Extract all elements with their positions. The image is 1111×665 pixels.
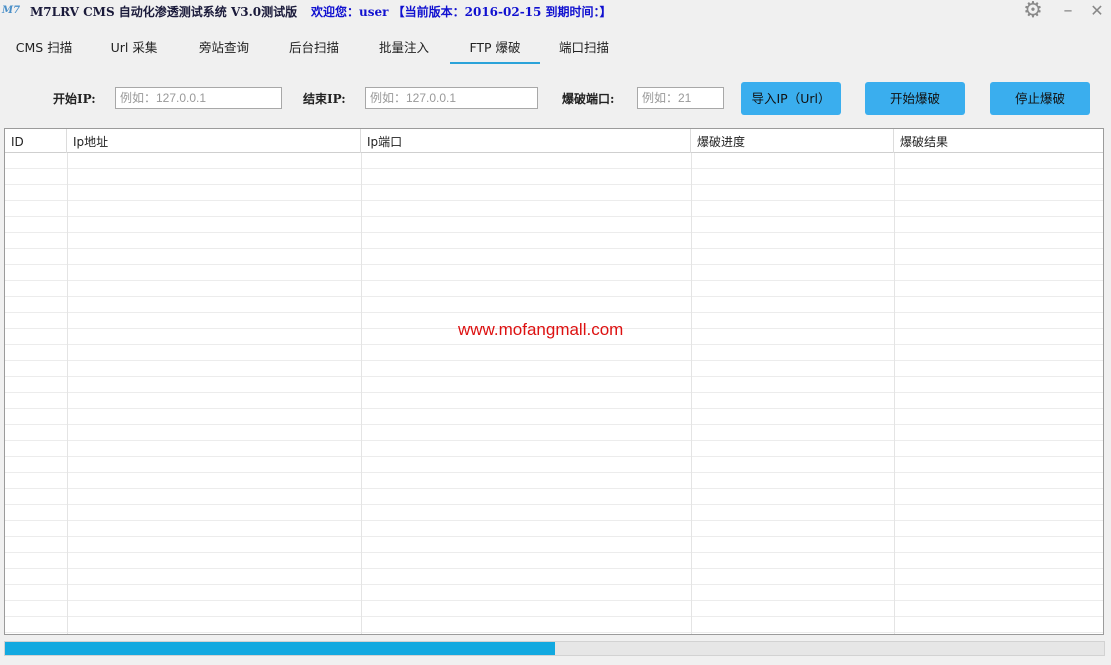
gear-icon[interactable]: ⚙ <box>1020 0 1046 24</box>
tab-cms-scan[interactable]: CMS 扫描 <box>4 36 84 64</box>
end-ip-label: 结束IP: <box>303 92 346 106</box>
app-title: M7LRV CMS 自动化渗透测试系统 V3.0测试版 <box>30 5 298 19</box>
port-label: 爆破端口: <box>562 92 615 106</box>
tab-port-scan[interactable]: 端口扫描 <box>544 36 624 64</box>
watermark-text: www.mofangmall.com <box>458 320 624 339</box>
table-header: ID Ip地址 Ip端口 爆破进度 爆破结果 <box>5 129 1103 153</box>
close-button[interactable]: ✕ <box>1086 0 1108 24</box>
column-divider <box>691 153 692 634</box>
tab-url-collect[interactable]: Url 采集 <box>94 36 174 64</box>
column-divider <box>67 153 68 634</box>
start-brute-button[interactable]: 开始爆破 <box>865 82 965 115</box>
port-input[interactable]: 例如：21 <box>637 87 724 109</box>
tab-bar: CMS 扫描 Url 采集 旁站查询 后台扫描 批量注入 FTP 爆破 端口扫描 <box>0 36 1111 66</box>
stop-brute-button[interactable]: 停止爆破 <box>990 82 1090 115</box>
title-bar: M7 M7LRV CMS 自动化渗透测试系统 V3.0测试版 欢迎您：user … <box>0 0 1111 24</box>
tab-batch-inject[interactable]: 批量注入 <box>364 36 444 64</box>
column-header-ip-port[interactable]: Ip端口 <box>361 129 691 153</box>
import-ip-button[interactable]: 导入IP（Url） <box>741 82 841 115</box>
start-ip-input[interactable]: 例如：127.0.0.1 <box>115 87 282 109</box>
column-header-result[interactable]: 爆破结果 <box>894 129 1103 153</box>
end-ip-input[interactable]: 例如：127.0.0.1 <box>365 87 538 109</box>
results-table[interactable]: ID Ip地址 Ip端口 爆破进度 爆破结果 <box>4 128 1104 635</box>
tab-ftp-brute[interactable]: FTP 爆破 <box>450 36 540 64</box>
minimize-button[interactable]: – <box>1057 0 1079 24</box>
app-logo: M7 <box>2 5 21 16</box>
progress-fill <box>5 642 555 655</box>
welcome-status: 欢迎您：user 【当前版本：2016-02-15 到期时间：】 <box>311 5 612 19</box>
table-body <box>5 153 1103 634</box>
progress-bar <box>4 641 1105 656</box>
column-header-ip-address[interactable]: Ip地址 <box>67 129 361 153</box>
column-divider <box>894 153 895 634</box>
column-header-id[interactable]: ID <box>5 129 67 153</box>
column-divider <box>361 153 362 634</box>
start-ip-label: 开始IP: <box>53 92 96 106</box>
column-header-progress[interactable]: 爆破进度 <box>691 129 894 153</box>
tab-admin-scan[interactable]: 后台扫描 <box>274 36 354 64</box>
tab-sidesite-query[interactable]: 旁站查询 <box>184 36 264 64</box>
